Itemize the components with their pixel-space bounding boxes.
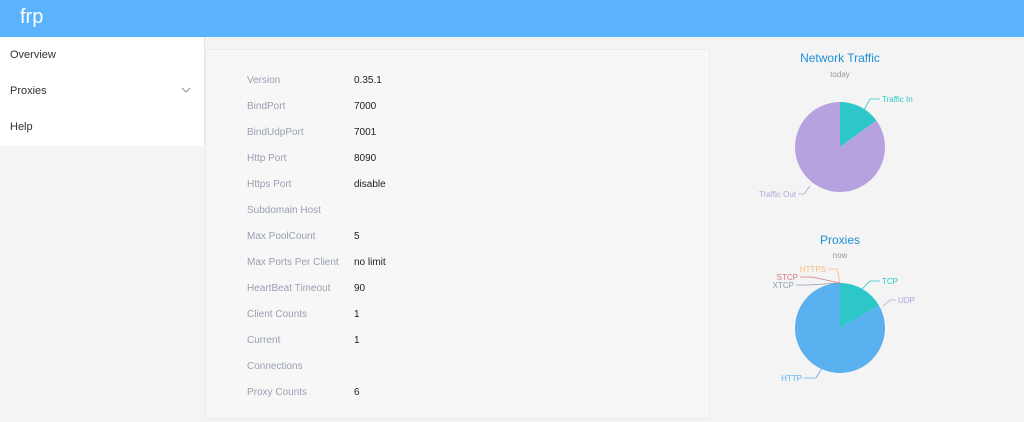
info-row-proxy-counts: Proxy Counts 6 bbox=[206, 384, 711, 402]
info-value: disable bbox=[354, 179, 386, 190]
pie-label-traffic-out: Traffic Out bbox=[759, 190, 797, 199]
network-traffic-pie-chart: Traffic In Traffic Out bbox=[759, 95, 913, 199]
sidebar-menu: Overview Proxies Help bbox=[0, 37, 205, 146]
info-label: BindPort bbox=[247, 101, 286, 112]
info-row-client-counts: Client Counts 1 bbox=[206, 306, 711, 324]
info-value: no limit bbox=[354, 257, 386, 268]
info-row-http-port: Http Port 8090 bbox=[206, 150, 711, 168]
info-label: Current bbox=[247, 335, 281, 346]
info-value: 7001 bbox=[354, 127, 377, 138]
sidebar-item-label: Proxies bbox=[10, 85, 47, 97]
info-label: BindUdpPort bbox=[247, 127, 304, 138]
sidebar-item-label: Help bbox=[10, 121, 33, 133]
sidebar-item-overview[interactable]: Overview bbox=[0, 37, 204, 73]
pie-label-xtcp: XTCP bbox=[773, 281, 794, 290]
info-row-version: Version 0.35.1 bbox=[206, 72, 711, 90]
pie-label-line-http bbox=[804, 367, 823, 379]
info-label: Max Ports Per Client bbox=[247, 257, 339, 268]
pie-label-line-stcp bbox=[800, 276, 841, 284]
info-label: Max PoolCount bbox=[247, 231, 316, 242]
pie-label-line-tcp bbox=[861, 280, 880, 290]
info-value: 0.35.1 bbox=[354, 75, 382, 86]
info-value: 1 bbox=[354, 335, 360, 346]
info-label: Subdomain Host bbox=[247, 205, 321, 216]
chart-title-network-traffic: Network Traffic bbox=[800, 51, 880, 65]
info-label: Client Counts bbox=[247, 309, 308, 320]
info-row-bindudpport: BindUdpPort 7001 bbox=[206, 124, 711, 142]
pie-label-traffic-in: Traffic In bbox=[882, 95, 913, 104]
info-value: 5 bbox=[354, 231, 360, 242]
chart-subtitle-network-traffic: today bbox=[830, 70, 850, 79]
pie-label-https: HTTPS bbox=[800, 265, 826, 274]
top-header: frp bbox=[0, 0, 1024, 37]
info-label: Version bbox=[247, 75, 281, 86]
chevron-down-icon bbox=[181, 87, 191, 93]
info-label: Proxy Counts bbox=[247, 387, 308, 398]
info-row-max-ports-per-client: Max Ports Per Client no limit bbox=[206, 254, 711, 272]
info-label: Connections bbox=[247, 361, 303, 372]
chart-subtitle-proxies: now bbox=[832, 251, 848, 260]
info-value: 7000 bbox=[354, 101, 377, 112]
info-row-connections: Connections bbox=[206, 358, 711, 376]
sidebar-item-help[interactable]: Help bbox=[0, 109, 204, 145]
info-label: Https Port bbox=[247, 179, 292, 190]
pie-label-tcp: TCP bbox=[882, 277, 898, 286]
sidebar-item-label: Overview bbox=[10, 49, 56, 61]
info-value: 1 bbox=[354, 309, 360, 320]
app-logo[interactable]: frp bbox=[20, 5, 43, 29]
info-row-https-port: Https Port disable bbox=[206, 176, 711, 194]
info-label: HeartBeat Timeout bbox=[247, 283, 331, 294]
proxies-pie-chart: TCPUDPHTTPSSTCPXTCPHTTP bbox=[773, 265, 915, 383]
info-value: 90 bbox=[354, 283, 366, 294]
pie-label-line-udp bbox=[882, 299, 896, 307]
pie-label-udp: UDP bbox=[898, 296, 915, 305]
pie-label-http: HTTP bbox=[781, 374, 802, 383]
pie-label-line-traffic-out bbox=[798, 185, 811, 195]
info-label: Http Port bbox=[247, 153, 287, 164]
info-value: 8090 bbox=[354, 153, 377, 164]
info-row-subdomain-host: Subdomain Host bbox=[206, 202, 711, 220]
info-row-bindport: BindPort 7000 bbox=[206, 98, 711, 116]
info-row-current: Current 1 bbox=[206, 332, 711, 350]
chart-title-proxies: Proxies bbox=[819, 233, 860, 247]
sidebar-item-proxies[interactable]: Proxies bbox=[0, 73, 204, 109]
server-info-panel: Version 0.35.1 BindPort 7000 BindUdpPort… bbox=[205, 49, 710, 419]
info-row-max-poolcount: Max PoolCount 5 bbox=[206, 228, 711, 246]
info-row-heartbeat-timeout: HeartBeat Timeout 90 bbox=[206, 280, 711, 298]
info-value: 6 bbox=[354, 387, 360, 398]
